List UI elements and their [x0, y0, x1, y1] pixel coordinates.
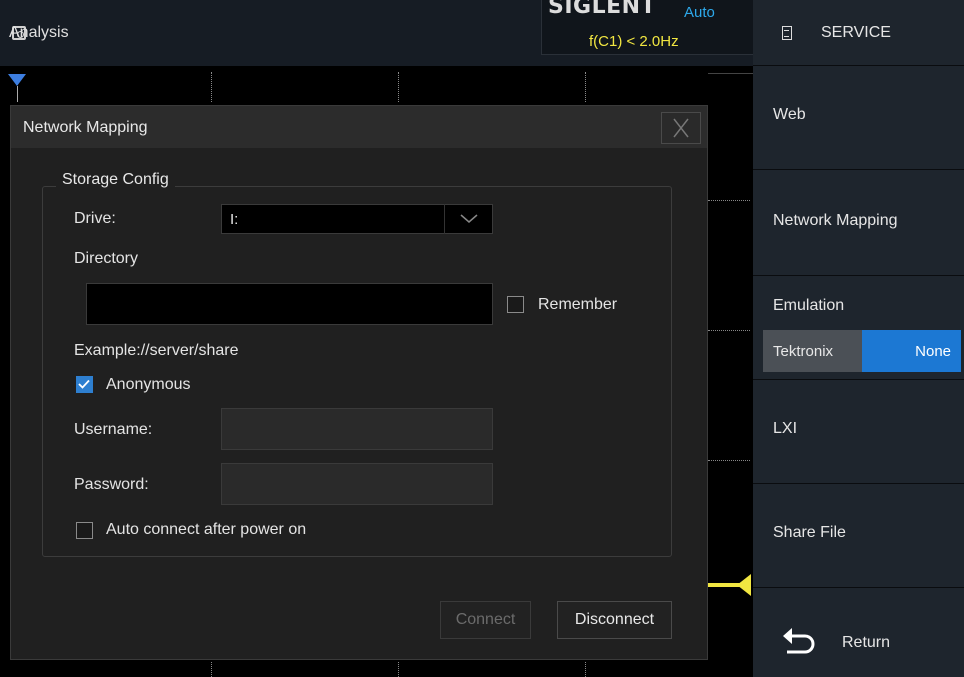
analysis-label: Analysis — [9, 24, 69, 41]
directory-input[interactable] — [86, 283, 493, 325]
group-title: Storage Config — [56, 171, 175, 189]
menu-item-label: Emulation — [773, 297, 845, 314]
password-label: Password: — [74, 476, 149, 493]
trigger-marker-icon[interactable] — [8, 74, 26, 86]
emulation-option-tektronix[interactable]: Tektronix — [763, 330, 862, 372]
grid-line — [708, 73, 753, 74]
close-button[interactable] — [661, 112, 701, 144]
menu-item-web[interactable]: Web — [753, 66, 964, 170]
trigger-level-icon[interactable] — [737, 574, 751, 596]
analysis-menu-button[interactable]: Analysis — [0, 0, 135, 66]
close-icon — [673, 118, 689, 138]
grid-line — [398, 72, 399, 102]
top-bar: Analysis SIGLENT Auto f(C1) < 2.0Hz — [0, 0, 754, 66]
trigger-readout: f(C1) < 2.0Hz — [589, 33, 679, 50]
example-text: Example://server/share — [74, 342, 239, 359]
drive-value: I: — [230, 211, 239, 228]
remember-checkbox[interactable] — [507, 296, 524, 313]
drive-label: Drive: — [74, 210, 116, 227]
grid-line — [211, 662, 212, 677]
trigger-mode: Auto — [684, 4, 715, 21]
anonymous-checkbox[interactable] — [76, 376, 93, 393]
chevron-down-icon[interactable] — [444, 204, 493, 234]
grid-line — [211, 72, 212, 102]
brand-logo: SIGLENT — [548, 0, 657, 19]
menu-item-lxi[interactable]: LXI — [753, 380, 964, 484]
disconnect-button[interactable]: Disconnect — [557, 601, 672, 639]
channel-trace — [708, 583, 740, 587]
menu-item-label: Network Mapping — [773, 212, 898, 229]
grid-line — [398, 662, 399, 677]
check-icon — [78, 379, 90, 389]
grid-line — [708, 330, 750, 331]
menu-title: SERVICE — [821, 23, 891, 41]
username-input[interactable] — [221, 408, 493, 450]
menu-header: SERVICE — [753, 0, 964, 66]
menu-item-label: Return — [842, 634, 891, 651]
menu-item-share-file[interactable]: Share File — [753, 484, 964, 588]
grid-line — [585, 72, 586, 102]
autoconnect-label: Auto connect after power on — [106, 521, 307, 538]
connect-button[interactable]: Connect — [440, 601, 531, 639]
directory-label: Directory — [74, 250, 139, 267]
grid-line — [708, 460, 750, 461]
username-label: Username: — [74, 421, 153, 438]
menu-item-label: Web — [773, 106, 806, 123]
return-icon — [783, 628, 815, 654]
password-input[interactable] — [221, 463, 493, 505]
menu-item-network-mapping[interactable]: Network Mapping — [753, 170, 964, 276]
menu-item-label: LXI — [773, 420, 798, 437]
grid-line — [708, 200, 750, 201]
menu-item-label: Share File — [773, 524, 846, 541]
grid-line — [585, 662, 586, 677]
network-mapping-dialog: Network Mapping Storage Config Drive: I:… — [10, 105, 708, 660]
dialog-title: Network Mapping — [23, 119, 148, 136]
anonymous-label: Anonymous — [106, 376, 191, 393]
autoconnect-checkbox[interactable] — [76, 522, 93, 539]
document-icon — [782, 25, 792, 40]
emulation-option-none[interactable]: None — [862, 330, 961, 372]
marker-stem — [17, 86, 18, 102]
service-menu: SERVICE Web Network Mapping Emulation LX… — [753, 0, 964, 677]
dialog-title-bar: Network Mapping — [11, 106, 707, 148]
remember-label: Remember — [538, 296, 618, 313]
emulation-selector: Tektronix None — [763, 330, 961, 372]
